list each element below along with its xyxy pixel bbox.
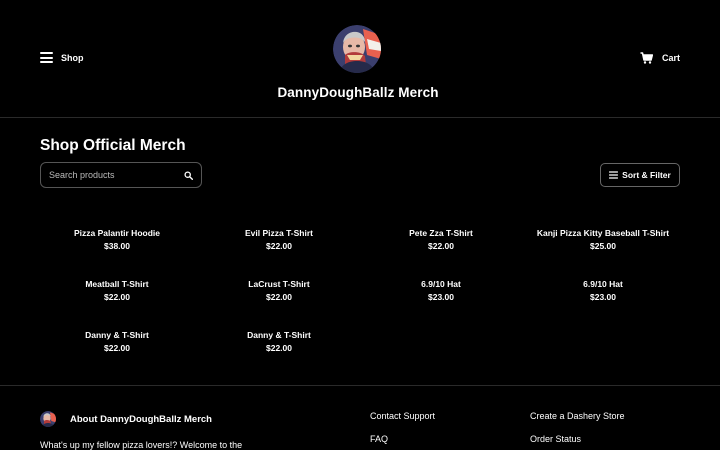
product-card[interactable]: Danny & T-Shirt $22.00 — [36, 330, 198, 354]
product-name: Pete Zza T-Shirt — [409, 228, 473, 238]
hamburger-icon — [40, 52, 53, 63]
sort-filter-label: Sort & Filter — [622, 170, 671, 180]
cart-button[interactable]: Cart — [640, 52, 680, 64]
avatar-image — [40, 411, 56, 427]
store-avatar[interactable] — [333, 25, 381, 73]
contact-support-link[interactable]: Contact Support — [370, 411, 435, 421]
product-price: $23.00 — [428, 292, 454, 302]
search-input[interactable] — [49, 170, 184, 180]
filter-icon — [609, 171, 619, 179]
product-price: $22.00 — [104, 292, 130, 302]
faq-link[interactable]: FAQ — [370, 434, 388, 444]
about-avatar — [40, 411, 56, 427]
product-name: Kanji Pizza Kitty Baseball T-Shirt — [536, 228, 670, 238]
product-name: LaCrust T-Shirt — [248, 279, 310, 289]
product-price: $22.00 — [266, 343, 292, 353]
shop-label: Shop — [61, 52, 84, 63]
search-box — [40, 162, 202, 188]
product-price: $38.00 — [104, 241, 130, 251]
product-name: Meatball T-Shirt — [85, 279, 149, 289]
avatar-image — [333, 25, 381, 73]
product-name: 6.9/10 Hat — [583, 279, 623, 289]
sort-filter-button[interactable]: Sort & Filter — [600, 163, 680, 187]
product-name: Pizza Palantir Hoodie — [74, 228, 160, 238]
product-name: 6.9/10 Hat — [421, 279, 461, 289]
product-card[interactable]: 6.9/10 Hat $23.00 — [522, 279, 684, 303]
product-name: Danny & T-Shirt — [247, 330, 311, 340]
product-name: Danny & T-Shirt — [85, 330, 149, 340]
store-title: DannyDoughBallz Merch — [277, 85, 439, 100]
cart-icon — [640, 52, 653, 64]
product-card[interactable]: Pete Zza T-Shirt $22.00 — [360, 228, 522, 252]
shop-menu-button[interactable]: Shop — [40, 52, 84, 63]
product-price: $25.00 — [590, 241, 616, 251]
about-text: What's up my fellow pizza lovers!? Welco… — [40, 440, 243, 450]
product-price: $23.00 — [590, 292, 616, 302]
product-card[interactable]: Pizza Palantir Hoodie $38.00 — [36, 228, 198, 252]
product-card[interactable]: 6.9/10 Hat $23.00 — [360, 279, 522, 303]
section-title: Shop Official Merch — [40, 137, 186, 154]
product-card[interactable]: Evil Pizza T-Shirt $22.00 — [198, 228, 360, 252]
product-name: Evil Pizza T-Shirt — [244, 228, 314, 238]
product-card[interactable]: Kanji Pizza Kitty Baseball T-Shirt $25.0… — [522, 228, 684, 252]
product-card[interactable]: Meatball T-Shirt $22.00 — [36, 279, 198, 303]
about-heading: About DannyDoughBallz Merch — [40, 411, 212, 427]
search-icon[interactable] — [184, 170, 193, 180]
site-footer: About DannyDoughBallz Merch What's up my… — [0, 385, 720, 450]
cart-label: Cart — [662, 53, 681, 63]
product-card[interactable]: Danny & T-Shirt $22.00 — [198, 330, 360, 354]
product-price: $22.00 — [266, 292, 292, 302]
product-card[interactable]: LaCrust T-Shirt $22.00 — [198, 279, 360, 303]
create-store-link[interactable]: Create a Dashery Store — [530, 411, 625, 421]
order-status-link[interactable]: Order Status — [530, 434, 581, 444]
product-price: $22.00 — [104, 343, 130, 353]
product-price: $22.00 — [266, 241, 292, 251]
about-title: About DannyDoughBallz Merch — [70, 413, 212, 425]
site-header: Shop DannyDoughBallz Merch Cart — [0, 0, 720, 118]
product-price: $22.00 — [428, 241, 454, 251]
